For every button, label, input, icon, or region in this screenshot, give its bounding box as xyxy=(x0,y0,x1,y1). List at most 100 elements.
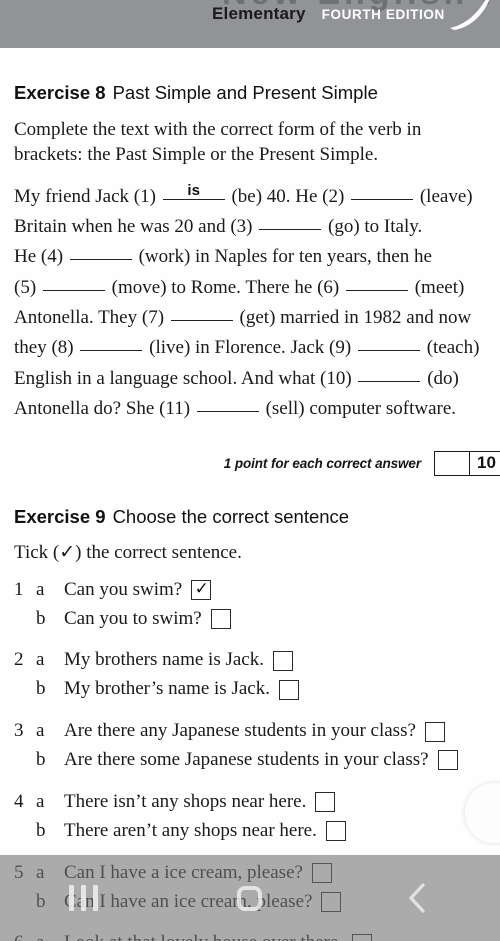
recent-apps-button[interactable] xyxy=(41,855,125,941)
cloze-blank[interactable] xyxy=(357,337,420,352)
score-total: 10 xyxy=(469,451,500,475)
question-option-row: b Are there some Japanese students in you… xyxy=(14,746,486,775)
question-option-row: 4 a There isn’t any shops near here. xyxy=(14,788,486,817)
cloze-line: Antonella do? She (11) (sell) computer s… xyxy=(14,394,486,424)
question-number: 2 xyxy=(14,649,24,671)
cloze-blank[interactable] xyxy=(69,246,132,261)
cloze-text-segment: (be) 40. He (2) xyxy=(231,185,350,207)
masthead-edition: FOURTH EDITION xyxy=(321,7,445,22)
question-group: 3 a Are there any Japanese students in you… xyxy=(14,717,486,775)
page-content: Exercise 8 Past Simple and Present Simple… xyxy=(0,82,500,941)
masthead-row: Elementary FOURTH EDITION xyxy=(0,4,500,24)
option-letter: b xyxy=(36,607,46,629)
option-letter: a xyxy=(36,578,45,600)
option-checkbox[interactable] xyxy=(325,821,346,842)
exercise-8-label: Exercise 8 xyxy=(14,82,106,103)
option-text: There aren’t any shops near here. xyxy=(64,819,317,841)
cloze-blank[interactable]: is xyxy=(162,181,225,200)
cloze-text-segment: (leave) xyxy=(419,185,473,207)
option-text: My brothers name is Jack. xyxy=(64,649,264,671)
option-checkbox[interactable] xyxy=(272,650,293,671)
exercise-9-label: Exercise 9 xyxy=(14,505,106,527)
cloze-blank[interactable] xyxy=(196,398,259,413)
cloze-text-segment: (go) to Italy. xyxy=(328,215,423,237)
score-value[interactable] xyxy=(435,452,469,475)
masthead-level: Elementary xyxy=(212,4,306,23)
option-checkbox[interactable] xyxy=(437,750,458,771)
exercise-9-heading: Exercise 9 Choose the correct sentence xyxy=(14,506,486,528)
option-text: There isn’t any shops near here. xyxy=(64,790,307,812)
score-box: 10 xyxy=(434,450,500,476)
cloze-line: English in a language school. And what (… xyxy=(14,364,486,394)
question-group: 4 a There isn’t any shops near here. b There… xyxy=(14,788,486,846)
question-option-row: b There aren’t any shops near here. xyxy=(14,817,486,846)
cloze-text-segment: (meet) xyxy=(414,276,465,298)
cloze-blank[interactable] xyxy=(358,368,421,382)
exercise-8-title: Past Simple and Present Simple xyxy=(112,82,378,103)
cloze-text: My friend Jack (1) is (be) 40. He (2) (l… xyxy=(14,182,486,425)
option-text: My brother’s name is Jack. xyxy=(64,678,270,700)
question-number: 3 xyxy=(14,720,24,742)
question-group: 2 a My brothers name is Jack. b My brother’s… xyxy=(14,646,486,704)
cloze-text-segment: Antonella do? She (11) xyxy=(14,398,195,420)
cloze-blank[interactable] xyxy=(42,277,105,291)
cloze-answer: is xyxy=(187,181,200,199)
cloze-line: (5) (move) to Rome. There he (6) (meet) xyxy=(14,273,486,303)
option-text: Can you to swim? xyxy=(64,607,202,629)
cloze-text-segment: (sell) computer software. xyxy=(265,398,457,420)
back-chevron-icon xyxy=(404,881,430,915)
question-number: 1 xyxy=(14,578,24,600)
option-checkbox[interactable] xyxy=(315,792,336,813)
option-letter: b xyxy=(36,819,46,841)
question-option-row: b My brother’s name is Jack. xyxy=(14,675,486,704)
option-text: Are there some Japanese students in your… xyxy=(64,749,429,771)
question-number: 4 xyxy=(14,790,24,812)
cloze-text-segment: (teach) xyxy=(426,337,480,359)
cloze-text-segment: English in a language school. And what (… xyxy=(14,367,357,389)
cloze-blank[interactable] xyxy=(351,186,414,200)
back-button[interactable] xyxy=(375,855,459,941)
option-checkbox[interactable] xyxy=(210,608,231,629)
option-letter: a xyxy=(36,790,45,812)
android-navigation-bar xyxy=(0,855,500,941)
cloze-text-segment: Antonella. They (7) xyxy=(14,307,169,329)
exercise-9-title: Choose the correct sentence xyxy=(112,505,350,527)
recent-apps-icon xyxy=(68,885,98,911)
cloze-line: Britain when he was 20 and (3) (go) to I… xyxy=(14,212,486,242)
cloze-blank[interactable] xyxy=(345,277,408,291)
option-text: Are there any Japanese students in your … xyxy=(64,720,416,742)
book-masthead: New English File Elementary FOURTH EDITI… xyxy=(0,0,500,48)
cloze-blank[interactable] xyxy=(259,216,322,230)
option-checkbox[interactable] xyxy=(424,721,445,742)
option-letter: b xyxy=(36,749,46,771)
cloze-text-segment: (move) to Rome. There he (6) xyxy=(111,276,344,298)
cloze-line: Antonella. They (7) (get) married in 198… xyxy=(14,303,486,333)
cloze-text-segment: (do) xyxy=(427,367,459,389)
option-checkbox[interactable] xyxy=(278,679,299,700)
exercise-8-rubric: Complete the text with the correct form … xyxy=(14,119,422,166)
cloze-text-segment: Britain when he was 20 and (3) xyxy=(14,215,258,237)
cloze-text-segment: (get) married in 1982 and now xyxy=(239,307,472,329)
option-checkbox-checked[interactable] xyxy=(191,578,212,601)
cloze-text-segment: (live) in Florence. Jack (9) xyxy=(149,337,356,359)
question-option-row: 2 a My brothers name is Jack. xyxy=(14,646,486,675)
exercise-8-heading: Exercise 8 Past Simple and Present Simple xyxy=(14,82,486,104)
question-option-row: 1 a Can you swim? xyxy=(14,576,486,605)
scanned-page: New English File Elementary FOURTH EDITI… xyxy=(0,0,500,941)
exercise-8-score-line: 1 point for each correct answer 10 xyxy=(14,450,500,476)
cloze-blank[interactable] xyxy=(170,307,233,322)
cloze-text-segment: (work) in Naples for ten years, then he xyxy=(138,246,432,268)
question-group: 1a Can you swim? b Can you to swim? xyxy=(14,576,486,634)
cloze-blank[interactable] xyxy=(80,337,143,352)
option-letter: a xyxy=(36,649,45,671)
cloze-line: My friend Jack (1) is (be) 40. He (2) (l… xyxy=(14,182,486,212)
home-icon xyxy=(237,885,263,911)
cloze-text-segment: My friend Jack (1) xyxy=(14,185,161,207)
exercise-9-rubric: Tick (✓) the correct sentence. xyxy=(14,541,242,563)
cloze-line: He (4) (work) in Naples for ten years, t… xyxy=(14,242,486,272)
cloze-text-segment: He (4) xyxy=(14,246,68,268)
option-letter: a xyxy=(36,720,45,742)
option-letter: b xyxy=(36,678,46,700)
home-button[interactable] xyxy=(208,855,292,941)
question-option-row: b Can you to swim? xyxy=(14,605,486,634)
